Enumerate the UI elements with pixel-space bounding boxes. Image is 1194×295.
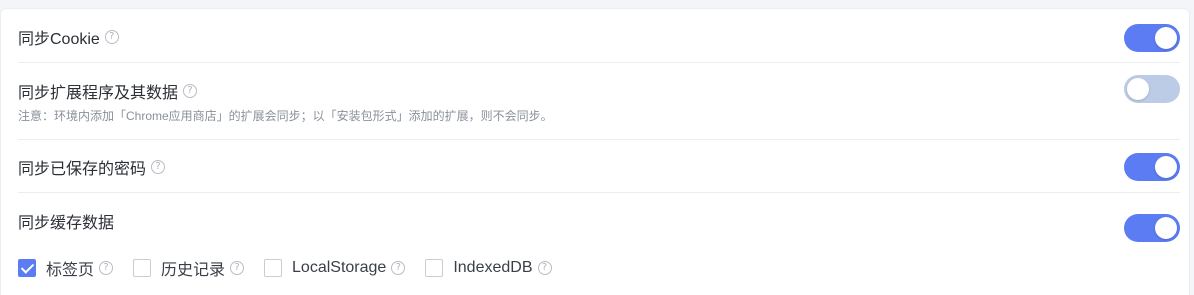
sync-settings-panel: 同步Cookie ? 同步扩展程序及其数据 ? 注意：环境内添加「Chrome应… bbox=[0, 8, 1190, 295]
help-icon[interactable]: ? bbox=[230, 261, 245, 275]
divider bbox=[18, 62, 1180, 63]
toggle-knob bbox=[1155, 27, 1177, 49]
checkbox-history[interactable]: 历史记录 ? bbox=[133, 256, 245, 280]
help-icon[interactable]: ? bbox=[151, 160, 166, 174]
cache-options: 标签页 ? 历史记录 ? LocalStorage ? IndexedDB ? bbox=[18, 257, 572, 279]
setting-label-passwords: 同步已保存的密码 bbox=[18, 161, 147, 178]
help-icon[interactable]: ? bbox=[104, 30, 119, 44]
setting-label-cache: 同步缓存数据 bbox=[18, 215, 115, 232]
extensions-note: 注意：环境内添加「Chrome应用商店」的扩展会同步；以「安装包形式」添加的扩展… bbox=[18, 109, 553, 123]
divider bbox=[18, 139, 1180, 140]
checkbox-indexeddb[interactable]: IndexedDB ? bbox=[425, 259, 552, 277]
setting-row-cookie: 同步Cookie ? bbox=[18, 26, 1180, 48]
toggle-knob bbox=[1155, 156, 1177, 178]
setting-row-extensions: 同步扩展程序及其数据 ? 注意：环境内添加「Chrome应用商店」的扩展会同步；… bbox=[18, 80, 1180, 124]
toggle-sync-cache[interactable] bbox=[1124, 214, 1180, 242]
checkbox-unchecked[interactable] bbox=[264, 259, 283, 277]
help-icon[interactable]: ? bbox=[537, 261, 552, 275]
checkbox-unchecked[interactable] bbox=[425, 259, 444, 277]
checkbox-localstorage[interactable]: LocalStorage ? bbox=[264, 259, 406, 277]
toggle-sync-extensions[interactable] bbox=[1124, 75, 1180, 103]
help-icon[interactable]: ? bbox=[391, 261, 406, 275]
checkbox-label: 历史记录 bbox=[161, 262, 226, 279]
checkbox-unchecked[interactable] bbox=[133, 259, 152, 277]
checkbox-tabs[interactable]: 标签页 ? bbox=[18, 256, 114, 280]
checkbox-label: IndexedDB bbox=[453, 259, 533, 276]
divider bbox=[18, 192, 1180, 193]
setting-label-extensions: 同步扩展程序及其数据 bbox=[18, 85, 179, 102]
checkbox-checked[interactable] bbox=[18, 259, 36, 277]
checkbox-label: LocalStorage bbox=[292, 259, 387, 276]
toggle-knob bbox=[1155, 217, 1177, 239]
toggle-knob bbox=[1127, 78, 1149, 100]
setting-label-cookie: 同步Cookie bbox=[18, 31, 100, 48]
toggle-sync-passwords[interactable] bbox=[1124, 153, 1180, 181]
help-icon[interactable]: ? bbox=[99, 261, 114, 275]
help-icon[interactable]: ? bbox=[183, 84, 198, 98]
setting-row-cache: 同步缓存数据 bbox=[18, 210, 1180, 232]
checkbox-label: 标签页 bbox=[46, 262, 95, 279]
setting-row-passwords: 同步已保存的密码 ? bbox=[18, 156, 1180, 178]
toggle-sync-cookie[interactable] bbox=[1124, 24, 1180, 52]
